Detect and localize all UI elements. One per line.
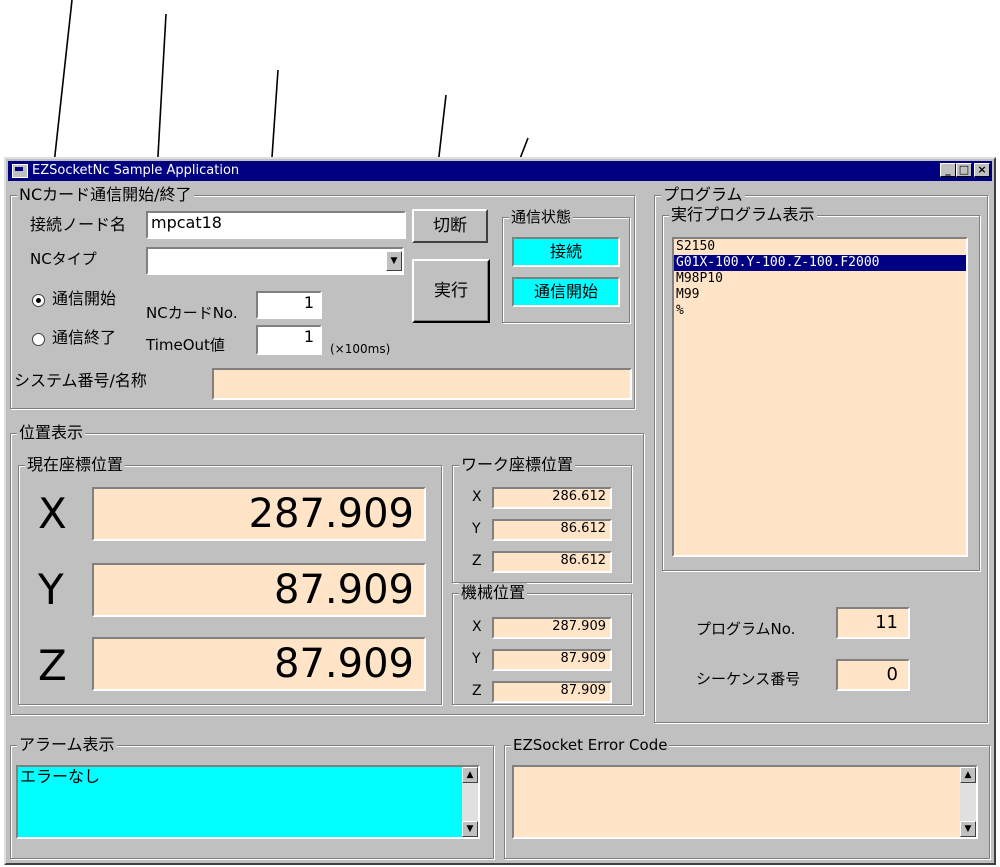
alarm-textbox[interactable]: エラーなし ▲ ▼ [16,765,480,839]
timeout-label: TimeOut値 [146,336,225,354]
machine-x-value: 287.909 [492,617,612,639]
window-title: EZSocketNc Sample Application [32,163,240,178]
alarm-group-title: アラーム表示 [17,735,117,755]
node-name-label: 接続ノード名 [30,215,127,234]
work-y-value: 86.612 [492,519,612,541]
nc-comm-group-title: NCカード通信開始/終了 [17,185,194,205]
chevron-down-icon[interactable]: ▼ [386,251,402,271]
work-x-value: 286.612 [492,487,612,509]
program-group-title: プログラム [661,185,745,205]
nc-type-select[interactable]: ▼ [146,247,404,275]
system-name-field [212,368,632,400]
work-position-title: ワーク座標位置 [459,455,576,475]
app-icon [12,164,28,178]
scroll-up-icon[interactable]: ▲ [960,767,976,783]
machine-x-label: X [472,619,482,635]
current-z-label: Z [38,641,67,690]
program-no-label: プログラムNo. [696,620,796,638]
program-no-value: 11 [836,607,910,639]
timeout-input[interactable]: 1 [256,325,322,355]
comm-status-title: 通信状態 [509,207,574,227]
program-line[interactable]: S2150 [674,239,966,255]
current-x-label: X [38,489,67,538]
close-button[interactable]: × [974,163,990,177]
machine-z-label: Z [472,683,482,699]
app-window: EZSocketNc Sample Application _ □ × NCカー… [4,157,996,865]
program-line-selected[interactable]: G01X-100.Y-100.Z-100.F2000 [674,255,966,271]
alarm-text: エラーなし [20,767,101,786]
status-comm-started: 通信開始 [512,277,620,307]
machine-y-label: Y [472,651,481,667]
current-y-value: 87.909 [92,563,426,617]
work-y-label: Y [472,521,481,537]
machine-position-title: 機械位置 [459,583,528,603]
machine-y-value: 87.909 [492,649,612,671]
radio-comm-end[interactable] [32,333,45,346]
program-line[interactable]: M99 [674,287,966,303]
scroll-up-icon[interactable]: ▲ [462,767,478,783]
scroll-down-icon[interactable]: ▼ [462,821,478,837]
system-label: システム番号/名称 [14,371,147,390]
scroll-down-icon[interactable]: ▼ [960,821,976,837]
sequence-no-value: 0 [836,659,910,691]
radio-comm-start[interactable] [32,294,45,307]
program-line[interactable]: % [674,303,966,319]
current-x-value: 287.909 [92,487,426,541]
execute-button[interactable]: 実行 [412,259,490,323]
radio-comm-start-label: 通信開始 [52,289,117,308]
work-x-label: X [472,489,482,505]
machine-z-value: 87.909 [492,681,612,703]
nc-card-no-input[interactable]: 1 [256,291,322,319]
exec-program-title: 実行プログラム表示 [669,205,817,225]
position-group-title: 位置表示 [17,423,86,443]
nc-card-no-label: NCカードNo. [146,304,238,322]
program-line[interactable]: M98P10 [674,271,966,287]
comm-status-group: 通信状態 [502,207,630,323]
sequence-no-label: シーケンス番号 [696,670,801,688]
minimize-button[interactable]: _ [940,163,956,177]
work-z-value: 86.612 [492,551,612,573]
status-connected: 接続 [512,237,620,267]
current-z-value: 87.909 [92,637,426,691]
disconnect-button[interactable]: 切断 [412,209,488,243]
error-code-scrollbar[interactable]: ▲ ▼ [960,767,976,837]
timeout-unit: (×100ms) [330,342,391,356]
error-code-title: EZSocket Error Code [511,735,670,755]
radio-comm-end-label: 通信終了 [52,328,117,347]
work-z-label: Z [472,553,482,569]
current-position-title: 現在座標位置 [25,455,126,475]
nc-type-label: NCタイプ [30,250,97,268]
node-name-input[interactable]: mpcat18 [146,211,406,239]
current-y-label: Y [38,565,64,614]
program-listbox[interactable]: S2150 G01X-100.Y-100.Z-100.F2000 M98P10 … [672,237,968,557]
maximize-button[interactable]: □ [956,163,972,177]
error-code-textbox[interactable]: ▲ ▼ [512,765,978,839]
title-bar[interactable]: EZSocketNc Sample Application _ □ × [8,161,992,181]
alarm-scrollbar[interactable]: ▲ ▼ [462,767,478,837]
